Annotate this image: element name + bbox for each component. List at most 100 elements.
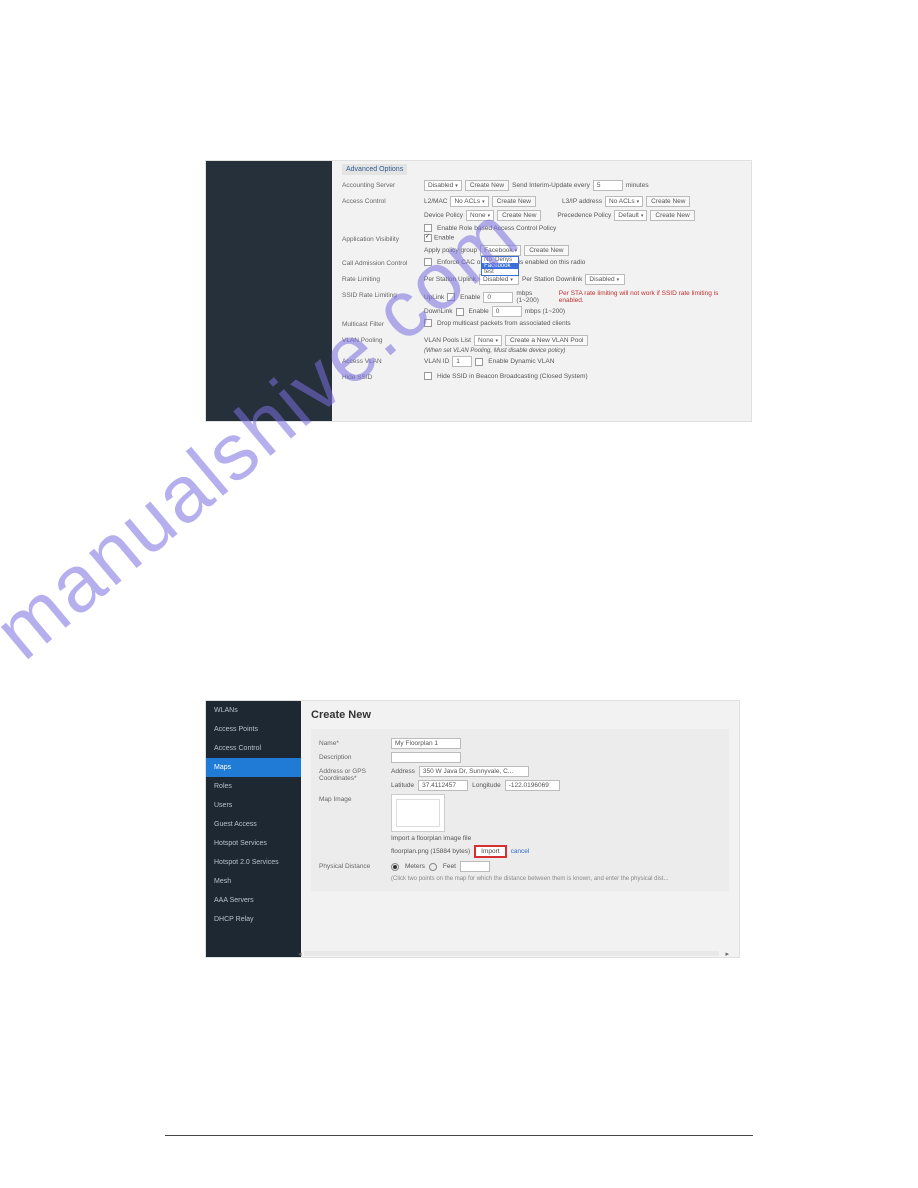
address-sublabel: Address	[391, 768, 415, 775]
sidebar-item-hotspot-2-0-services[interactable]: Hotspot 2.0 Services	[206, 853, 301, 872]
role-acp-checkbox[interactable]	[424, 224, 432, 232]
label-cac: Call Admission Control	[342, 258, 424, 267]
interim-label: Send Interim-Update every	[512, 182, 590, 189]
sidebar-item-guest-access[interactable]: Guest Access	[206, 815, 301, 834]
address-label: Address or GPS Coordinates*	[319, 766, 391, 782]
accounting-create-button[interactable]: Create New	[465, 180, 509, 191]
cac-checkbox[interactable]	[424, 258, 432, 266]
name-label: Name*	[319, 738, 391, 747]
hidessid-checkbox[interactable]	[424, 372, 432, 380]
scroll-right-icon[interactable]: ▸	[725, 950, 729, 958]
dd-option[interactable]: test	[482, 269, 518, 275]
h-scrollbar[interactable]: ◂ ▸	[304, 951, 729, 956]
desc-input[interactable]	[391, 752, 461, 763]
lon-input[interactable]: -122.0196069	[505, 780, 560, 791]
vlanpools-select[interactable]: None	[474, 335, 502, 346]
advanced-options-header[interactable]: Advanced Options	[342, 164, 407, 175]
sidebar-item-access-control[interactable]: Access Control	[206, 739, 301, 758]
desc-label: Description	[319, 752, 391, 761]
dynvlan-label: Enable Dynamic VLAN	[488, 358, 554, 365]
feet-label: Feet	[443, 863, 456, 870]
ssid-dn-input[interactable]: 0	[492, 306, 522, 317]
sidebar-item-wlans[interactable]: WLANs	[206, 701, 301, 720]
sidebar-nav: WLANsAccess PointsAccess ControlMapsRole…	[206, 701, 301, 957]
ssid-warning: Per STA rate limiting will not work if S…	[559, 290, 741, 304]
sidebar-item-mesh[interactable]: Mesh	[206, 872, 301, 891]
label-app-visibility: Application Visibility	[342, 234, 424, 243]
vlanid-input[interactable]: 1	[452, 356, 472, 367]
ssid-up-input[interactable]: 0	[483, 292, 513, 303]
multicast-checkbox[interactable]	[424, 319, 432, 327]
sidebar-item-access-points[interactable]: Access Points	[206, 720, 301, 739]
sidebar-dark	[206, 161, 332, 421]
precpolicy-create[interactable]: Create New	[650, 210, 694, 221]
label-ssid-rate: SSID Rate Limiting	[342, 290, 424, 299]
sidebar-item-hotspot-services[interactable]: Hotspot Services	[206, 834, 301, 853]
label-access-vlan: Access VLAN	[342, 356, 424, 365]
lon-label: Longitude	[472, 782, 501, 789]
dynvlan-checkbox[interactable]	[475, 358, 483, 366]
address-input[interactable]: 350 W Java Dr, Sunnyvale, C...	[419, 766, 529, 777]
import-label: Import a floorplan image file	[391, 835, 471, 842]
ssid-up-enable: Enable	[460, 294, 480, 301]
hidessid-text: Hide SSID in Beacon Broadcasting (Closed…	[437, 373, 588, 380]
sidebar-item-roles[interactable]: Roles	[206, 777, 301, 796]
cancel-link[interactable]: cancel	[511, 848, 530, 855]
lat-input[interactable]: 37.4112457	[418, 780, 468, 791]
rate-up-label: Per Station Uplink	[424, 276, 476, 283]
name-input[interactable]: My Floorplan 1	[391, 738, 461, 749]
appvis-apply-label: Apply policy group	[424, 247, 477, 254]
rate-dn-label: Per Station Downlink	[522, 276, 582, 283]
meters-radio[interactable]	[391, 863, 399, 871]
vlanpools-create[interactable]: Create a New VLAN Pool	[505, 335, 588, 346]
sidebar-item-users[interactable]: Users	[206, 796, 301, 815]
appvis-checkbox[interactable]	[424, 234, 432, 242]
ssid-up-checkbox[interactable]	[447, 293, 455, 301]
appvis-dropdown-list[interactable]: No_Denys Facebook test	[481, 256, 519, 276]
precpolicy-select[interactable]: Default	[614, 210, 647, 221]
sidebar-item-dhcp-relay[interactable]: DHCP Relay	[206, 910, 301, 929]
multicast-text: Drop multicast packets from associated c…	[437, 320, 571, 327]
devpolicy-select[interactable]: None	[466, 210, 494, 221]
devpolicy-create[interactable]: Create New	[497, 210, 541, 221]
cac-enforce: Enforce CAC on	[437, 259, 484, 266]
precpolicy-label: Precedence Policy	[557, 212, 611, 219]
ssid-dn-enable: Enable	[469, 308, 489, 315]
appvis-group-select[interactable]: Facebook No_Denys Facebook test	[480, 245, 521, 256]
sidebar-item-aaa-servers[interactable]: AAA Servers	[206, 891, 301, 910]
label-multicast: Multicast Filter	[342, 319, 424, 328]
vlanpools-label: VLAN Pools List	[424, 337, 471, 344]
import-button[interactable]: Import	[474, 845, 506, 858]
feet-radio[interactable]	[429, 863, 437, 871]
vlanid-label: VLAN ID	[424, 358, 449, 365]
l3-select[interactable]: No ACLs	[605, 196, 643, 207]
label-hide-ssid: Hide SSID	[342, 372, 424, 381]
rate-dn-select[interactable]: Disabled	[585, 274, 625, 285]
vlanpools-note: (When set VLAN Pooling, Must disable dev…	[424, 348, 565, 354]
label-access-control: Access Control	[342, 196, 424, 205]
interim-unit: minutes	[626, 182, 649, 189]
l3-label: L3/IP address	[562, 198, 602, 205]
devpolicy-label: Device Policy	[424, 212, 463, 219]
ssid-dn-checkbox[interactable]	[456, 308, 464, 316]
l2mac-select[interactable]: No ACLs	[450, 196, 488, 207]
l3-create[interactable]: Create New	[646, 196, 690, 207]
interim-input[interactable]: 5	[593, 180, 623, 191]
screenshot-advanced-options: Advanced Options Accounting Server Disab…	[205, 160, 752, 422]
appvis-create[interactable]: Create New	[524, 245, 568, 256]
accounting-select[interactable]: Disabled	[424, 180, 462, 191]
ssid-up-unit: mbps (1~200)	[516, 290, 555, 304]
l2mac-create[interactable]: Create New	[492, 196, 536, 207]
l2mac-label: L2/MAC	[424, 198, 447, 205]
map-thumbnail	[391, 794, 445, 832]
meters-label: Meters	[405, 863, 425, 870]
scroll-left-icon[interactable]: ◂	[298, 950, 302, 958]
physdist-input[interactable]	[460, 861, 490, 872]
page-rule	[165, 1135, 753, 1136]
ssid-uplink-label: UpLink	[424, 294, 444, 301]
sidebar-item-maps[interactable]: Maps	[206, 758, 301, 777]
mapimg-label: Map Image	[319, 794, 391, 803]
page-title: Create New	[311, 709, 729, 721]
label-rate-limiting: Rate Limiting	[342, 274, 424, 283]
appvis-enable: Enable	[434, 235, 454, 242]
